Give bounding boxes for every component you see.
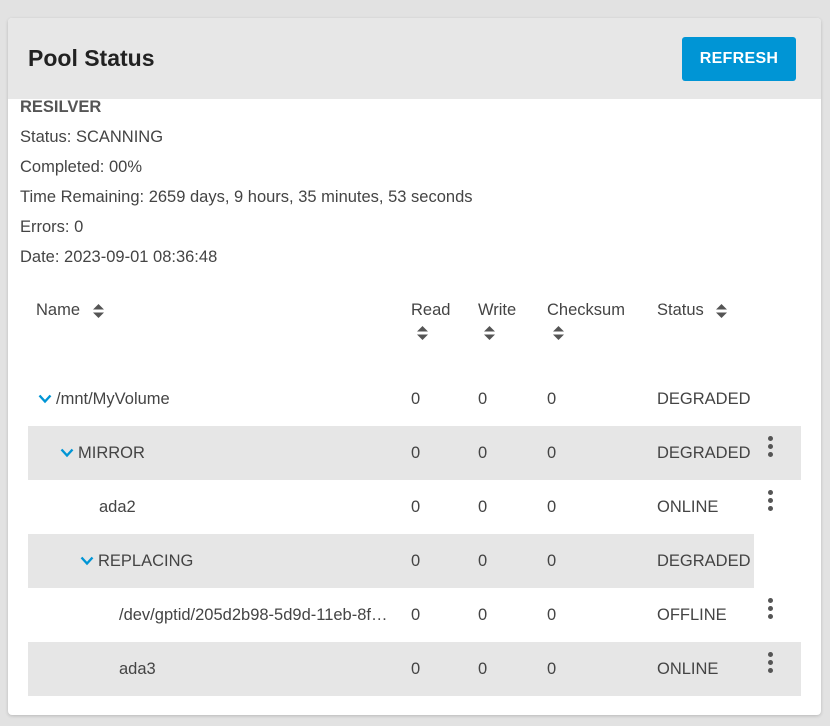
table-row: REPLACING 0 0 0 DEGRADED	[20, 534, 793, 588]
row-name-cell: REPLACING	[80, 534, 400, 588]
row-name: /dev/gptid/205d2b98-5d9d-11eb-8f1e-0cc47…	[119, 606, 393, 624]
column-header-name-label: Name	[36, 301, 81, 319]
row-name: /mnt/MyVolume	[56, 390, 170, 408]
column-header-status-label: Status	[657, 301, 704, 319]
row-status: OFFLINE	[657, 606, 727, 624]
scan-time-remaining: Time Remaining: 2659 days, 9 hours, 35 m…	[20, 187, 473, 217]
more-vert-icon[interactable]	[764, 588, 776, 628]
column-header-status[interactable]: Status	[657, 300, 728, 320]
row-write: 0	[478, 498, 488, 516]
row-checksum: 0	[547, 552, 557, 570]
row-name-cell: MIRROR	[60, 426, 400, 480]
row-read: 0	[411, 660, 421, 678]
card-header: Pool Status REFRESH	[8, 18, 821, 99]
row-status: DEGRADED	[657, 390, 751, 408]
table-row: ada3 0 0 0 ONLINE	[20, 642, 801, 696]
row-write: 0	[478, 552, 488, 570]
pool-table: Name Read Write Checksum Status /mnt/MyV…	[20, 290, 801, 696]
scan-completed-value: 00%	[108, 158, 143, 176]
row-read: 0	[411, 552, 421, 570]
row-name: ada2	[99, 498, 136, 516]
refresh-button[interactable]: REFRESH	[682, 36, 796, 81]
sort-icon[interactable]	[484, 326, 495, 340]
row-checksum: 0	[547, 390, 557, 408]
scan-status-value: SCANNING	[75, 128, 164, 146]
column-header-write[interactable]: Write	[478, 300, 516, 340]
table-header: Name Read Write Checksum Status	[20, 290, 793, 372]
column-header-checksum[interactable]: Checksum	[547, 300, 625, 340]
row-read: 0	[411, 498, 421, 516]
row-status: DEGRADED	[657, 444, 751, 462]
more-vert-icon[interactable]	[764, 480, 776, 520]
row-write: 0	[478, 606, 488, 624]
column-header-read[interactable]: Read	[411, 300, 450, 340]
chevron-down-icon[interactable]	[38, 394, 52, 404]
scan-completed-label: Completed:	[20, 158, 105, 176]
scan-status-label: Status:	[20, 128, 72, 146]
scan-info: RESILVER Status: SCANNING Completed: 00%…	[20, 97, 473, 277]
row-status: ONLINE	[657, 498, 719, 516]
more-vert-icon[interactable]	[764, 426, 776, 466]
row-write: 0	[478, 444, 488, 462]
row-name: REPLACING	[98, 552, 194, 570]
chevron-down-icon[interactable]	[60, 448, 74, 458]
sort-icon[interactable]	[553, 326, 564, 340]
row-name: ada3	[119, 660, 156, 678]
table-row: /dev/gptid/205d2b98-5d9d-11eb-8f1e-0cc47…	[20, 588, 793, 642]
row-checksum: 0	[547, 498, 557, 516]
row-checksum: 0	[547, 444, 557, 462]
row-status: DEGRADED	[657, 552, 751, 570]
column-header-write-label: Write	[478, 301, 517, 319]
column-header-checksum-label: Checksum	[547, 301, 625, 319]
scan-date: Date: 2023-09-01 08:36:48	[20, 247, 473, 277]
scan-time-remaining-label: Time Remaining:	[20, 188, 145, 206]
scan-errors-label: Errors:	[20, 218, 70, 236]
scan-errors-value: 0	[74, 218, 84, 236]
scan-date-label: Date:	[20, 248, 60, 266]
row-read: 0	[411, 390, 421, 408]
row-write: 0	[478, 390, 488, 408]
row-name-cell: /mnt/MyVolume	[38, 372, 398, 426]
table-row: MIRROR 0 0 0 DEGRADED	[20, 426, 801, 480]
row-name-cell: /dev/gptid/205d2b98-5d9d-11eb-8f1e-0cc47…	[119, 588, 393, 642]
card-title: Pool Status	[28, 45, 155, 71]
scan-errors: Errors: 0	[20, 217, 473, 247]
row-status: ONLINE	[657, 660, 719, 678]
row-checksum: 0	[547, 660, 557, 678]
row-checksum: 0	[547, 606, 557, 624]
more-vert-icon[interactable]	[764, 642, 776, 682]
row-name: MIRROR	[78, 444, 145, 462]
chevron-down-icon[interactable]	[80, 556, 94, 566]
row-read: 0	[411, 444, 421, 462]
scan-status: Status: SCANNING	[20, 127, 473, 157]
row-name-cell: ada3	[119, 642, 399, 696]
table-row: ada2 0 0 0 ONLINE	[20, 480, 793, 534]
row-read: 0	[411, 606, 421, 624]
scan-time-remaining-value: 2659 days, 9 hours, 35 minutes, 53 secon…	[148, 188, 473, 206]
scan-date-value: 2023-09-01 08:36:48	[64, 248, 218, 266]
row-write: 0	[478, 660, 488, 678]
column-header-name[interactable]: Name	[36, 300, 104, 320]
row-name-cell: ada2	[99, 480, 399, 534]
scan-completed: Completed: 00%	[20, 157, 473, 187]
scan-title: RESILVER	[20, 98, 102, 116]
sort-icon[interactable]	[417, 326, 428, 340]
table-row: /mnt/MyVolume 0 0 0 DEGRADED	[20, 372, 793, 426]
sort-icon[interactable]	[716, 303, 728, 318]
column-header-read-label: Read	[411, 301, 451, 319]
sort-icon[interactable]	[92, 303, 104, 318]
